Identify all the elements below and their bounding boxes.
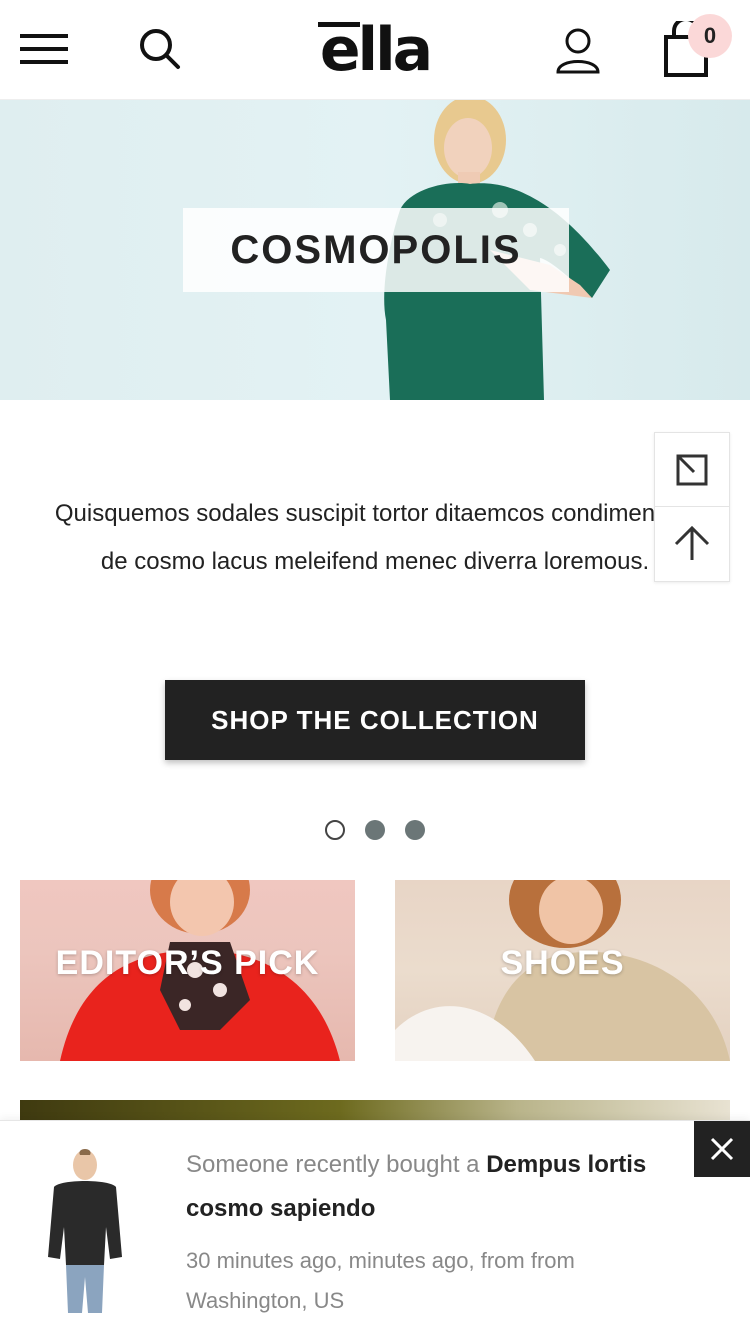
purchase-message: Someone recently bought a Dempus lortis … [186, 1143, 666, 1231]
menu-button[interactable] [16, 26, 72, 72]
shop-collection-button[interactable]: SHOP THE COLLECTION [165, 680, 585, 760]
slider-dot-1[interactable] [325, 820, 345, 840]
user-icon [556, 28, 600, 74]
purchase-meta: 30 minutes ago, minutes ago, from from W… [186, 1248, 575, 1313]
category-label: SHOES [500, 944, 625, 982]
floating-tools [654, 432, 730, 582]
slider-dot-3[interactable] [405, 820, 425, 840]
category-tile-shoes[interactable]: SHOES [395, 880, 730, 1061]
recent-purchase-popup: Someone recently bought a Dempus lortis … [0, 1120, 750, 1334]
collection-description: Quisquemos sodales suscipit tortor ditae… [54, 500, 696, 575]
cart-count-badge: 0 [688, 14, 732, 58]
search-icon [140, 29, 180, 69]
slider-dot-2[interactable] [365, 820, 385, 840]
header: ella 0 [0, 0, 750, 100]
expand-button[interactable] [655, 433, 729, 507]
arrow-up-icon [674, 525, 710, 560]
expand-icon [676, 454, 708, 485]
hero-title: COSMOPOLIS [183, 208, 569, 292]
account-button[interactable] [552, 24, 604, 76]
hero-banner[interactable]: COSMOPOLIS [0, 100, 750, 400]
menu-icon [20, 34, 68, 64]
product-thumbnail[interactable] [30, 1147, 140, 1317]
search-button[interactable] [136, 26, 184, 72]
category-tile-editors-pick[interactable]: EDITOR’S PICK [20, 880, 355, 1061]
close-icon [710, 1137, 734, 1161]
purchase-prefix: Someone recently bought a [186, 1151, 480, 1178]
logo[interactable]: ella [300, 14, 450, 86]
close-popup-button[interactable] [694, 1121, 750, 1177]
category-label: EDITOR’S PICK [55, 944, 320, 982]
scroll-top-button[interactable] [655, 507, 729, 581]
